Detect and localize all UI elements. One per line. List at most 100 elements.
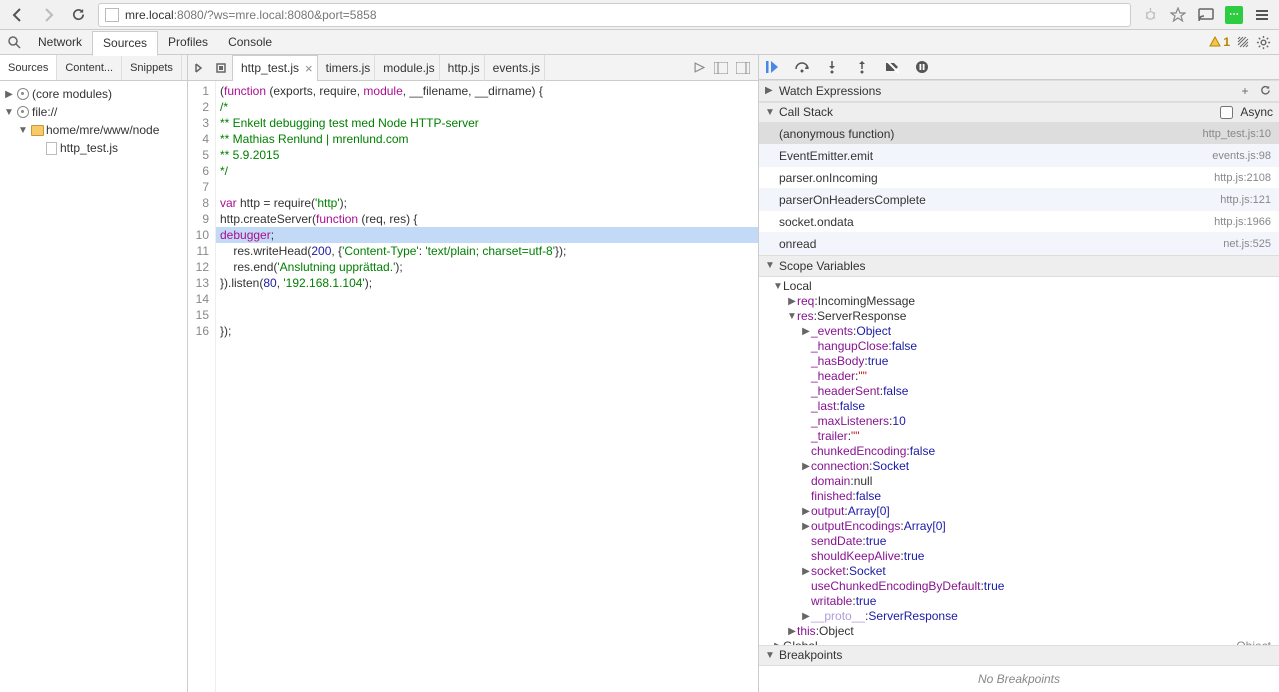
forward-button[interactable]	[34, 3, 62, 27]
editor-tab[interactable]: events.js	[485, 55, 545, 81]
warning-count[interactable]: 1	[1209, 35, 1230, 49]
scope-row[interactable]: ▶output: Array[0]	[759, 504, 1279, 519]
refresh-watch-icon[interactable]	[1257, 83, 1273, 99]
scope-row[interactable]: domain: null	[759, 474, 1279, 489]
navigator-tab[interactable]: Sources	[0, 55, 57, 80]
scope-row[interactable]: ▶req: IncomingMessage	[759, 294, 1279, 309]
scope-row[interactable]: _header: ""	[759, 369, 1279, 384]
bug-icon[interactable]	[1137, 3, 1163, 27]
editor-tabs: http_test.js×timers.jsmodule.jshttp.jsev…	[188, 55, 758, 81]
scope-row[interactable]: writable: true	[759, 594, 1279, 609]
async-label: Async	[1240, 105, 1273, 119]
tree-file-scheme[interactable]: ▼ file://	[0, 103, 187, 121]
scope-row[interactable]: ▶socket: Socket	[759, 564, 1279, 579]
scope-row[interactable]: shouldKeepAlive: true	[759, 549, 1279, 564]
devtools-tab-network[interactable]: Network	[28, 30, 92, 55]
toggle-sidebar-icon[interactable]	[710, 55, 732, 81]
devtools-tab-profiles[interactable]: Profiles	[158, 30, 218, 55]
code-editor[interactable]: 12345678910111213141516 (function (expor…	[188, 81, 758, 692]
watch-expressions-header[interactable]: ▶Watch Expressions +	[759, 80, 1279, 101]
deactivate-breakpoints-button[interactable]	[883, 58, 901, 76]
scope-row[interactable]: sendDate: true	[759, 534, 1279, 549]
search-icon[interactable]	[4, 35, 24, 49]
editor-tab[interactable]: timers.js	[318, 55, 376, 81]
settings-gear-icon[interactable]	[1256, 35, 1271, 50]
back-button[interactable]	[4, 3, 32, 27]
run-snippet-icon[interactable]	[688, 55, 710, 81]
editor-tab[interactable]: module.js	[375, 55, 439, 81]
tablist-history-icon[interactable]	[210, 55, 232, 81]
file-icon	[46, 142, 57, 155]
navigator-tabs: SourcesContent...Snippets	[0, 55, 187, 81]
devtools-tabbar: NetworkSourcesProfilesConsole 1	[0, 30, 1279, 55]
scope-row[interactable]: ▶__proto__: ServerResponse	[759, 609, 1279, 624]
scope-row[interactable]: _hasBody: true	[759, 354, 1279, 369]
browser-toolbar: mre.local:8080/?ws=mre.local:8080&port=5…	[0, 0, 1279, 30]
scope-row[interactable]: _trailer: ""	[759, 429, 1279, 444]
editor-tab[interactable]: http.js	[440, 55, 485, 81]
scope-row[interactable]: chunkedEncoding: false	[759, 444, 1279, 459]
warning-icon	[1209, 36, 1221, 48]
scope-row[interactable]: _last: false	[759, 399, 1279, 414]
folder-icon	[31, 125, 44, 136]
scope-row[interactable]: ▶outputEncodings: Array[0]	[759, 519, 1279, 534]
cast-icon[interactable]	[1193, 3, 1219, 27]
call-stack-list: (anonymous function)http_test.js:10Event…	[759, 123, 1279, 255]
reload-button[interactable]	[64, 3, 92, 27]
globe-icon	[17, 106, 29, 118]
devtools-tab-console[interactable]: Console	[218, 30, 282, 55]
code-area[interactable]: (function (exports, require, module, __f…	[216, 81, 758, 692]
url-bar[interactable]: mre.local:8080/?ws=mre.local:8080&port=5…	[98, 3, 1131, 27]
callstack-frame[interactable]: (anonymous function)http_test.js:10	[759, 123, 1279, 145]
scope-row[interactable]: _hangupClose: false	[759, 339, 1279, 354]
tree-file[interactable]: http_test.js	[0, 139, 187, 157]
file-tree: ▶ (core modules) ▼ file:// ▼ home/mre/ww…	[0, 81, 187, 161]
extension-lastpass-icon[interactable]: ⋯	[1221, 3, 1247, 27]
step-out-button[interactable]	[853, 58, 871, 76]
callstack-frame[interactable]: onreadnet.js:525	[759, 233, 1279, 255]
async-checkbox[interactable]	[1220, 106, 1233, 119]
page-icon	[105, 8, 119, 22]
scope-row[interactable]: ▶connection: Socket	[759, 459, 1279, 474]
tree-folder[interactable]: ▼ home/mre/www/node	[0, 121, 187, 139]
tablist-nav-icon[interactable]	[188, 55, 210, 81]
url-text: mre.local:8080/?ws=mre.local:8080&port=5…	[125, 8, 377, 22]
resume-button[interactable]	[763, 58, 781, 76]
callstack-frame[interactable]: parserOnHeadersCompletehttp.js:121	[759, 189, 1279, 211]
menu-icon[interactable]	[1249, 3, 1275, 27]
close-icon[interactable]: ×	[305, 62, 313, 75]
devtools-tab-sources[interactable]: Sources	[92, 31, 158, 56]
scope-row[interactable]: ▼Local	[759, 279, 1279, 294]
scope-row[interactable]: _maxListeners: 10	[759, 414, 1279, 429]
navigator-tab[interactable]: Content...	[57, 55, 122, 80]
editor-panel: http_test.js×timers.jsmodule.jshttp.jsev…	[188, 55, 759, 692]
call-stack-header[interactable]: ▼Call Stack Async	[759, 102, 1279, 123]
scope-row[interactable]: _headerSent: false	[759, 384, 1279, 399]
scope-row[interactable]: ▶this: Object	[759, 624, 1279, 639]
breakpoints-empty: No Breakpoints	[759, 666, 1279, 692]
breakpoints-header[interactable]: ▼Breakpoints	[759, 645, 1279, 666]
gutter[interactable]: 12345678910111213141516	[188, 81, 216, 692]
scope-variables: ▼Local▶req: IncomingMessage▼res: ServerR…	[759, 277, 1279, 645]
step-over-button[interactable]	[793, 58, 811, 76]
scope-row[interactable]: ▼res: ServerResponse	[759, 309, 1279, 324]
scope-row[interactable]: finished: false	[759, 489, 1279, 504]
editor-tab[interactable]: http_test.js×	[232, 55, 318, 81]
scope-variables-header[interactable]: ▼Scope Variables	[759, 255, 1279, 276]
navigator-tab[interactable]: Snippets	[122, 55, 182, 80]
callstack-frame[interactable]: parser.onIncominghttp.js:2108	[759, 167, 1279, 189]
show-drawer-icon[interactable]	[1236, 35, 1250, 49]
tree-core-modules[interactable]: ▶ (core modules)	[0, 85, 187, 103]
debugger-panel: ▶Watch Expressions + ▼Call Stack Async (…	[759, 55, 1279, 692]
add-watch-icon[interactable]: +	[1237, 83, 1253, 99]
scope-row[interactable]: ▶_events: Object	[759, 324, 1279, 339]
toggle-debugger-icon[interactable]	[732, 55, 754, 81]
sources-navigator: SourcesContent...Snippets ▶ (core module…	[0, 55, 188, 692]
step-into-button[interactable]	[823, 58, 841, 76]
scope-row[interactable]: useChunkedEncodingByDefault: true	[759, 579, 1279, 594]
callstack-frame[interactable]: socket.ondatahttp.js:1966	[759, 211, 1279, 233]
callstack-frame[interactable]: EventEmitter.emitevents.js:98	[759, 145, 1279, 167]
globe-icon	[17, 88, 29, 100]
pause-on-exceptions-button[interactable]	[913, 58, 931, 76]
bookmark-star-icon[interactable]	[1165, 3, 1191, 27]
